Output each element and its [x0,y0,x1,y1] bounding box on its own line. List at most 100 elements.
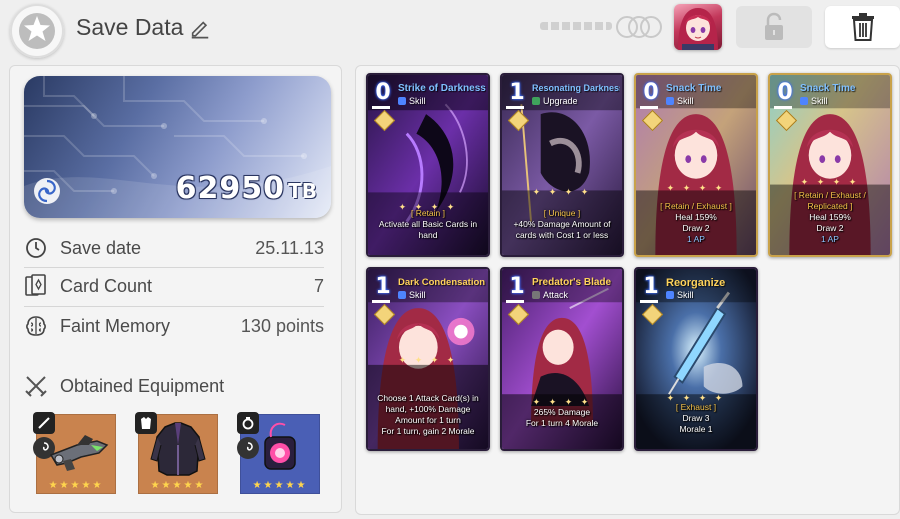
cost-bar [774,106,792,109]
crossed-swords-icon [25,376,47,397]
sparkle-divider: ✦ ✦ ✦ ✦ [532,187,592,197]
edit-pencil-icon[interactable] [189,17,211,39]
card-effect: For 1 turn, gain 2 Morale [381,426,475,436]
faint-memory-value: 130 points [240,315,324,336]
card-cost: 1 [375,274,391,299]
card-type: Attack [532,290,568,300]
clock-icon [26,238,46,258]
unlock-icon [765,12,783,40]
rarity-stars: ★★★★★ [252,480,308,491]
equipment-weapon[interactable]: ★★★★★ [33,412,116,494]
card-description: [ Retain / Exhaust ] Heal 159% Draw 2 1 … [640,201,752,245]
cost-bar [640,300,658,303]
trash-icon [851,13,874,41]
card-type-label: Skill [677,96,694,106]
star-emblem-icon [19,13,55,49]
storage-banner: 62950 TB [24,76,331,218]
card-type: Skill [666,290,694,300]
card-type-label: Skill [677,290,694,300]
delete-button[interactable] [825,6,900,48]
card-resonating-darkness[interactable]: 1 Resonating Darkness Upgrade ✦ ✦ ✦ ✦ [ … [500,73,624,257]
save-summary-panel: 62950 TB Save date 25.11.13 Card Count 7 [9,65,342,513]
skill-type-icon [666,291,674,299]
card-effect: +40% Damage Amount of cards with Cost 1 … [513,219,611,240]
card-name: Strike of Darkness [398,83,486,94]
card-type-label: Attack [543,290,569,300]
card-keyword: [ Retain ] [410,208,446,218]
card-effect: 265% Damage [533,407,591,417]
card-cost: 1 [509,80,525,105]
cards-icon [25,274,46,296]
card-name: Snack Time [666,83,722,94]
card-snack-time-replicated[interactable]: 0 Snack Time Skill ✦ ✦ ✦ ✦ [ Retain / Ex… [768,73,892,257]
card-name: Reorganize [666,277,726,289]
card-keyword: [ Retain / Exhaust / Replicated ] [794,190,866,211]
card-cost: 1 [643,274,659,299]
skill-type-icon [398,97,406,105]
card-name: Snack Time [800,83,856,94]
card-effect: Heal 159% [809,212,851,222]
cost-bar [372,300,390,303]
card-type: Skill [398,290,426,300]
skill-type-icon [666,97,674,105]
equipment-title: Obtained Equipment [60,375,225,396]
card-type: Skill [398,96,426,106]
sparkle-divider: ✦ ✦ ✦ ✦ [800,177,860,187]
card-effect: Draw 2 [816,223,844,233]
rings-icon [616,16,662,38]
save-date-label: Save date [60,237,142,258]
card-count-row: Card Count 7 [24,268,324,304]
equipment-heading: Obtained Equipment [24,374,224,398]
card-description: 265% Damage For 1 turn 4 Morale [506,407,618,429]
card-reorganize[interactable]: 1 Reorganize Skill ✦ ✦ ✦ ✦ [ Exhaust ] D… [634,267,758,451]
equipment-armor[interactable]: ★★★★★ [135,412,218,494]
card-count-value: 7 [313,275,324,296]
storage-value: 62950 [175,171,285,206]
card-snack-time[interactable]: 0 Snack Time Skill ✦ ✦ ✦ ✦ [ Retain / Ex… [634,73,758,257]
cost-bar [506,106,524,109]
storage-unit: TB [288,179,317,203]
card-effect: Choose 1 Attack Card(s) in hand, +100% D… [377,393,479,425]
card-dark-condensation[interactable]: 1 Dark Condensation Skill ✦ ✦ ✦ ✦ Choose… [366,267,490,451]
card-cost: 1 [509,274,525,299]
card-type-label: Skill [811,96,828,106]
profile-emblem[interactable] [10,4,64,58]
upgrade-type-icon [532,97,540,105]
card-effect: 1 AP [821,234,839,244]
card-cost: 0 [643,80,659,105]
skill-type-icon [800,97,808,105]
card-count-label: Card Count [60,275,153,296]
faint-memory-row: Faint Memory 130 points [24,308,324,344]
card-type: Upgrade [532,96,578,106]
rarity-stars: ★★★★★ [150,480,206,491]
attack-type-icon [532,291,540,299]
card-effect: Activate all Basic Cards in hand [378,219,478,240]
card-name: Predator's Blade [532,277,612,288]
card-effect: For 1 turn 4 Morale [525,418,599,428]
jacket-icon [150,422,206,476]
character-avatar[interactable] [674,4,722,50]
card-cost: 0 [777,80,793,105]
card-description: [ Retain ] Activate all Basic Cards in h… [372,208,484,241]
card-predators-blade[interactable]: 1 Predator's Blade Attack ✦ ✦ ✦ ✦ 265% D… [500,267,624,451]
card-effect: Heal 159% [675,212,717,222]
card-strike-of-darkness[interactable]: 0 Strike of Darkness Skill ✦ ✦ ✦ ✦ [ Ret… [366,73,490,257]
save-date-value: 25.11.13 [255,237,324,258]
card-description: [ Unique ] +40% Damage Amount of cards w… [506,208,618,241]
card-description: [ Retain / Exhaust / Replicated ] Heal 1… [774,190,886,245]
card-keyword: [ Retain / Exhaust ] [660,201,732,211]
card-keyword: [ Unique ] [543,208,581,218]
page-title: Save Data [76,14,184,40]
skill-type-icon [398,291,406,299]
sparkle-divider: ✦ ✦ ✦ ✦ [666,183,726,193]
unlock-button[interactable] [736,6,812,48]
card-description: [ Exhaust ] Draw 3 Morale 1 [640,402,752,435]
equipment-accessory[interactable]: ★★★★★ [237,412,320,494]
card-type: Skill [666,96,694,106]
card-type-label: Upgrade [543,96,578,106]
card-effect: Morale 1 [679,424,713,434]
card-cost: 0 [375,80,391,105]
pink-device-icon [264,422,296,470]
faint-memory-label: Faint Memory [60,315,171,336]
cost-bar [372,106,390,109]
